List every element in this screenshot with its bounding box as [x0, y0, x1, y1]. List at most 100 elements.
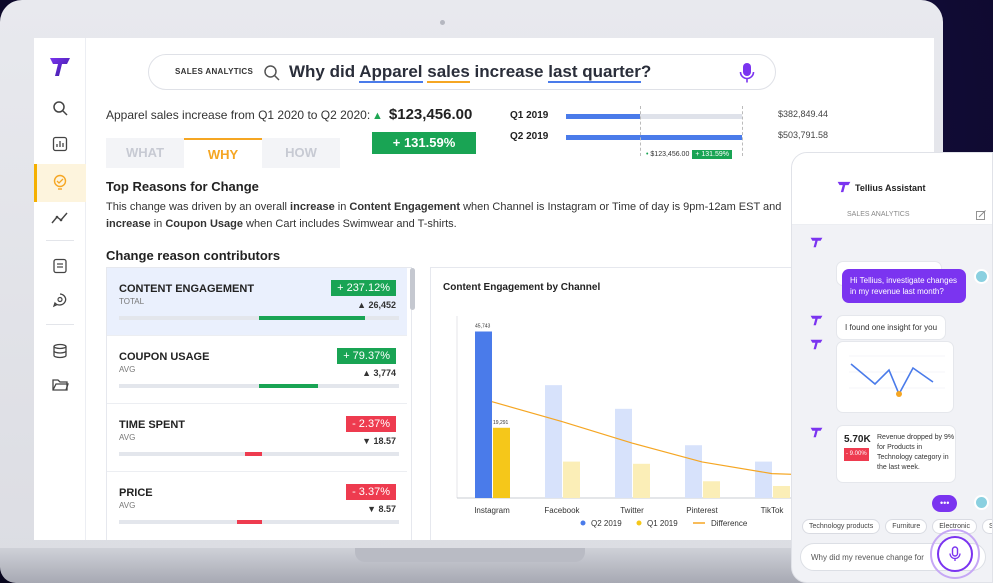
desc-text: in: [334, 201, 350, 213]
contributor-percent-badge: + 237.12%: [331, 280, 396, 296]
microphone-icon: [949, 546, 961, 561]
suggestion-chip[interactable]: Suppl: [981, 519, 992, 534]
tellius-logo: [837, 181, 851, 193]
assistant-avatar-icon: [810, 237, 823, 248]
search-context-tag[interactable]: SALES ANALYTICS: [175, 67, 253, 76]
contributor-type: AVG: [119, 365, 136, 374]
suggestion-chip[interactable]: Furniture: [885, 519, 928, 534]
x-tick-label: Facebook: [544, 506, 580, 515]
search-query[interactable]: Why did Apparel sales increase last quar…: [289, 62, 652, 83]
quarter-value: $382,849.44: [778, 109, 829, 119]
assistant-avatar-icon: [810, 427, 823, 438]
contributor-name: COUPON USAGE: [119, 351, 210, 363]
desc-text: in: [150, 218, 166, 230]
insight-mini-chart[interactable]: [836, 341, 954, 413]
tab-what[interactable]: WHAT: [106, 138, 184, 168]
contributor-type: TOTAL: [119, 297, 145, 306]
query-text: ?: [640, 62, 652, 81]
assistant-header: Tellius Assistant SALES ANALYTICS: [792, 153, 992, 225]
quarter-label: Q1 2019: [510, 110, 549, 121]
bar-Q1 2019: [703, 481, 720, 498]
typing-indicator: •••: [932, 495, 958, 512]
tab-why[interactable]: WHY: [184, 138, 262, 168]
chat-message-assistant: I found one insight for you: [836, 315, 947, 340]
quarter-bar: [566, 114, 640, 119]
x-tick-label: Instagram: [474, 506, 510, 515]
microphone-icon[interactable]: [739, 62, 755, 84]
query-text: Why did: [289, 62, 360, 81]
legend-label: Difference: [711, 519, 748, 528]
contributor-bar: [245, 452, 262, 456]
contributor-card[interactable]: TIME SPENT AVG - 2.37% ▼ 18.57: [107, 404, 407, 472]
query-entity-sales: sales: [427, 62, 470, 83]
chart-panel: Content Engagement by Channel Instagram F…: [430, 267, 820, 540]
tellius-logo[interactable]: [49, 56, 71, 78]
contributor-card[interactable]: PRICE AVG - 3.37% ▼ 8.57: [107, 472, 407, 540]
folder-icon[interactable]: [50, 375, 70, 395]
legend-marker: [636, 520, 642, 526]
annotation-percent: + 131.59%: [692, 150, 733, 159]
query-entity-timeframe: last quarter: [548, 62, 641, 83]
contributor-percent-badge: + 79.37%: [337, 348, 396, 364]
laptop-notch: [355, 548, 585, 562]
document-icon[interactable]: [50, 256, 70, 276]
quarter-label: Q2 2019: [510, 131, 549, 142]
desc-emphasis: Content Engagement: [349, 201, 461, 213]
bar-Q1 2019: [493, 427, 510, 498]
suggestion-chip[interactable]: Technology products: [802, 519, 881, 534]
contributor-name: TIME SPENT: [119, 419, 186, 431]
list-scrollbar[interactable]: [410, 268, 415, 310]
bar-Q2 2019: [475, 331, 492, 498]
tab-how[interactable]: HOW: [262, 138, 340, 168]
sidebar: [34, 38, 86, 540]
insight-line-chart: [849, 355, 945, 397]
change-percent-badge: + 131.59%: [372, 132, 476, 154]
trend-icon[interactable]: [50, 208, 70, 228]
desc-text: when Channel is Instagram or Time of day…: [460, 201, 782, 213]
insight-bulb-icon[interactable]: [50, 173, 70, 193]
contributor-value: ▲ 26,452: [357, 300, 396, 310]
chat-search-icon[interactable]: [50, 290, 70, 310]
search-icon: [264, 65, 280, 81]
contributor-bar: [259, 384, 318, 388]
bar-Q2 2019: [685, 445, 702, 498]
insight-value: 5.70K: [844, 434, 871, 445]
query-text: increase: [474, 62, 544, 81]
contributor-bar: [236, 520, 262, 524]
insight-badge: - 9.00%: [844, 448, 869, 461]
contributor-type: AVG: [119, 433, 136, 442]
contributor-value: ▼ 8.57: [367, 504, 396, 514]
edit-icon[interactable]: [976, 210, 986, 220]
bar-Q1 2019: [563, 461, 580, 498]
assistant-context: SALES ANALYTICS: [847, 211, 910, 218]
chat-message-user: Hi Tellius, investigate changes in my re…: [842, 269, 966, 303]
voice-button[interactable]: [937, 536, 973, 572]
change-value-text: $123,456.00: [388, 106, 473, 123]
desc-emphasis: increase: [290, 201, 335, 213]
bar-Q2 2019: [755, 461, 772, 498]
user-avatar: [974, 269, 989, 284]
data-label: 45,743: [475, 323, 491, 329]
query-entity-apparel: Apparel: [359, 62, 423, 83]
contributor-value: ▲ 3,774: [362, 368, 396, 378]
chart-icon[interactable]: [50, 134, 70, 154]
contributor-name: CONTENT ENGAGEMENT: [119, 283, 255, 295]
desc-text: This change was driven by an overall: [106, 201, 291, 213]
desc-emphasis: Coupon Usage: [165, 218, 243, 230]
chart-title: Content Engagement by Channel: [443, 282, 601, 293]
insight-card[interactable]: 5.70K - 9.00% Revenue dropped by 9% for …: [836, 425, 956, 483]
quarter-delta-annotation: • $123,456.00 + 131.59%: [646, 150, 733, 159]
camera-dot: [440, 20, 445, 25]
data-label: 19,291: [493, 420, 509, 426]
legend-label: Q2 2019: [591, 519, 622, 528]
search-bar[interactable]: SALES ANALYTICS Why did Apparel sales in…: [148, 54, 776, 90]
contributor-card[interactable]: CONTENT ENGAGEMENT TOTAL + 237.12% ▲ 26,…: [107, 268, 407, 336]
bar-Q2 2019: [545, 385, 562, 498]
search-icon[interactable]: [50, 98, 70, 118]
contributor-card[interactable]: COUPON USAGE AVG + 79.37% ▲ 3,774: [107, 336, 407, 404]
x-tick-label: Twitter: [620, 506, 644, 515]
database-icon[interactable]: [50, 341, 70, 361]
desc-text: when Cart includes Swimwear and T-shirts…: [242, 218, 457, 230]
x-tick-label: TikTok: [761, 506, 785, 515]
contributors-list: CONTENT ENGAGEMENT TOTAL + 237.12% ▲ 26,…: [106, 267, 412, 540]
